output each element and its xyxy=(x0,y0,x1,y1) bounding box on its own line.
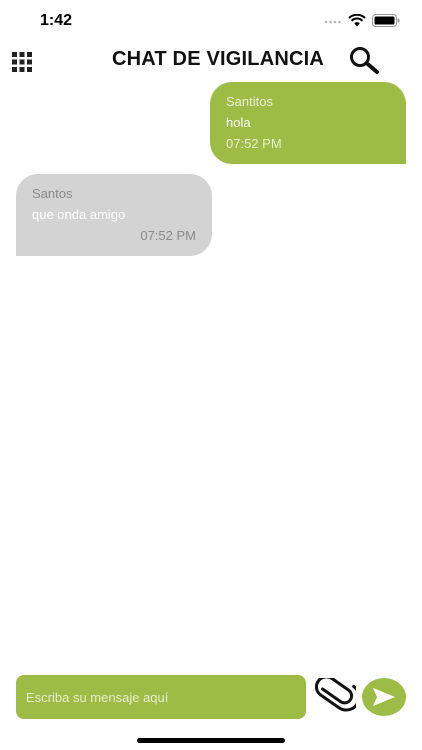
send-button[interactable] xyxy=(362,678,406,716)
message-sender: Santitos xyxy=(226,94,273,109)
message-text: hola xyxy=(226,115,251,130)
status-bar: 1:42 xyxy=(0,0,422,44)
status-icons xyxy=(324,14,400,27)
search-icon[interactable] xyxy=(348,46,380,74)
cellular-signal-icon xyxy=(324,20,341,23)
battery-icon xyxy=(372,14,400,27)
message-input[interactable] xyxy=(16,675,306,719)
message-text: que onda amigo xyxy=(32,207,126,222)
message-time: 07:52 PM xyxy=(140,228,196,243)
send-arrow-icon xyxy=(373,688,395,706)
message-time: 07:52 PM xyxy=(226,136,282,151)
message-bubble-outgoing[interactable]: Santitos hola 07:52 PM xyxy=(210,82,406,164)
message-bubble-incoming[interactable]: Santos que onda amigo 07:52 PM xyxy=(16,174,212,256)
message-sender: Santos xyxy=(32,186,73,201)
status-time: 1:42 xyxy=(40,12,73,29)
wifi-icon xyxy=(348,14,366,27)
paperclip-icon[interactable] xyxy=(312,678,356,716)
home-indicator xyxy=(137,738,285,743)
